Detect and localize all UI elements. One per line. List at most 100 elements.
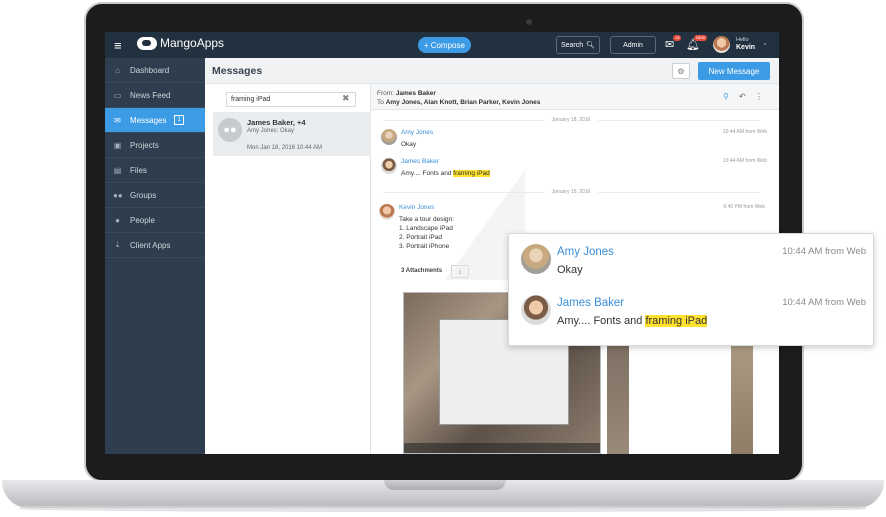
group-icon: ●● xyxy=(113,190,123,200)
inbox-icon: ▭ xyxy=(113,90,122,100)
date-separator-label: January 18, 2016 xyxy=(543,117,599,123)
search-button[interactable]: Search 🔍︎ xyxy=(556,36,600,54)
from-name[interactable]: James Baker xyxy=(396,90,436,97)
date-separator: January 18, 2016 xyxy=(371,117,771,123)
hamburger-menu-icon[interactable]: ≡ xyxy=(114,38,122,53)
conversation-preview: Amy Jones: Okay xyxy=(247,128,295,134)
attachments-label: 3 Attachments xyxy=(401,268,443,274)
reply-icon[interactable]: ↶ xyxy=(739,92,746,101)
admin-button[interactable]: Admin xyxy=(610,36,656,54)
sidebar-item-label: Files xyxy=(130,165,147,175)
sidebar-item-label: Projects xyxy=(130,140,159,150)
message-time: 10:44 AM from Web xyxy=(722,129,767,135)
search-highlight: framing iPad xyxy=(645,315,708,327)
from-line: From: James Baker xyxy=(377,90,436,97)
date-separator: January 15, 2016 xyxy=(371,189,771,195)
chat-badge: 13 xyxy=(673,35,682,41)
sidebar-item-client-apps[interactable]: ⤓ Client Apps xyxy=(105,233,205,258)
top-bar: ≡ MangoApps + Compose Search 🔍︎ Admin ✉ 1… xyxy=(105,32,779,58)
messages-count-badge: 1 xyxy=(174,115,184,125)
bell-icon[interactable]: 🔔︎ NEW xyxy=(686,35,708,52)
search-label: Search xyxy=(560,41,584,49)
avatar xyxy=(521,244,551,274)
file-icon: ▤ xyxy=(113,165,122,175)
message-time: 10:44 AM from Web xyxy=(722,158,767,164)
sidebar-item-label: Messages xyxy=(130,115,167,125)
download-icon: ⤓ xyxy=(115,240,120,249)
laptop-notch xyxy=(384,480,506,490)
new-message-button[interactable]: New Message xyxy=(698,62,770,80)
from-label: From: xyxy=(377,90,394,97)
clear-search-icon[interactable]: ✖ xyxy=(342,93,350,104)
conversation-item[interactable]: ●● James Baker, +4 Amy Jones: Okay Mon J… xyxy=(213,112,371,156)
sidebar-item-label: Client Apps xyxy=(130,240,171,250)
thread-header: From: James Baker To Amy Jones, Alan Kno… xyxy=(371,84,779,110)
app-logo[interactable]: MangoApps xyxy=(137,36,224,50)
sender-name[interactable]: Amy Jones xyxy=(401,129,433,136)
notification-badge: NEW xyxy=(694,35,708,41)
avatar[interactable] xyxy=(379,204,395,220)
admin-label: Admin xyxy=(623,41,643,49)
mango-logo-icon xyxy=(137,36,157,50)
message-text: Okay xyxy=(401,141,417,148)
conversation-list: framing iPad ✖ ●● James Baker, +4 Amy Jo… xyxy=(205,84,371,454)
sender-name: Amy Jones xyxy=(557,246,614,258)
message-text-part: Amy.... Fonts and xyxy=(557,315,646,327)
to-label: To xyxy=(377,99,384,106)
message-text: Okay xyxy=(557,264,583,276)
settings-button[interactable]: ⚙ xyxy=(672,63,690,79)
conversation-name: James Baker, +4 xyxy=(247,118,306,127)
to-line: To Amy Jones, Alan Knott, Brian Parker, … xyxy=(377,99,540,106)
message-time: 10:44 AM from Web xyxy=(782,297,866,308)
hello-label: Hello xyxy=(736,37,749,43)
user-greeting[interactable]: Hello Kevin xyxy=(736,37,755,52)
group-avatar-icon: ●● xyxy=(218,118,242,142)
message-time: 6:45 PM from Web xyxy=(723,204,765,210)
search-icon: 🔍︎ xyxy=(586,42,596,49)
sidebar-item-news-feed[interactable]: ▭ News Feed xyxy=(105,83,205,108)
compose-label: Compose xyxy=(430,40,465,50)
attachment-caption-bar xyxy=(404,443,600,453)
sidebar-item-messages[interactable]: ✉ Messages 1 xyxy=(105,108,210,133)
more-options-icon[interactable]: ⋮ xyxy=(755,92,763,101)
message-time: 10:44 AM from Web xyxy=(782,246,866,257)
add-people-icon[interactable]: ⚲ xyxy=(723,92,729,101)
person-icon: ● xyxy=(115,215,120,225)
sidebar-item-label: Groups xyxy=(130,190,157,200)
avatar xyxy=(521,295,551,325)
compose-button[interactable]: + Compose xyxy=(418,37,471,53)
message-text: Amy.... Fonts and framing iPad xyxy=(557,315,708,327)
sidebar-item-groups[interactable]: ●● Groups xyxy=(105,183,205,208)
main-header: Messages ⚙ New Message xyxy=(205,58,779,84)
sidebar: ⌂ Dashboard ▭ News Feed ✉ Messages 1 ▣ Projec… xyxy=(105,58,210,454)
sidebar-item-dashboard[interactable]: ⌂ Dashboard xyxy=(105,58,205,83)
camera xyxy=(526,19,532,25)
avatar[interactable] xyxy=(381,129,397,145)
envelope-icon: ✉ xyxy=(114,115,121,125)
laptop-shadow xyxy=(20,506,866,512)
to-names[interactable]: Amy Jones, Alan Knott, Brian Parker, Kev… xyxy=(386,99,541,106)
sidebar-item-files[interactable]: ▤ Files xyxy=(105,158,205,183)
sender-name[interactable]: Kevin Jones xyxy=(399,204,434,211)
sidebar-item-label: People xyxy=(130,215,155,225)
sidebar-item-label: News Feed xyxy=(130,90,171,100)
conversation-date: Mon Jan 18, 2016 10:44 AM xyxy=(247,145,323,151)
sidebar-item-people[interactable]: ● People xyxy=(105,208,205,233)
chevron-down-icon[interactable]: ⌄ xyxy=(762,39,768,47)
sender-name[interactable]: James Baker xyxy=(401,158,439,165)
user-name: Kevin xyxy=(736,44,756,51)
sidebar-item-label: Dashboard xyxy=(130,65,170,75)
user-avatar[interactable] xyxy=(713,36,730,53)
page-title: Messages xyxy=(212,65,263,77)
message-search-input[interactable]: framing iPad xyxy=(226,92,356,107)
avatar[interactable] xyxy=(381,158,397,174)
sidebar-item-projects[interactable]: ▣ Projects xyxy=(105,133,205,158)
sender-name: James Baker xyxy=(557,297,625,309)
app-name: MangoApps xyxy=(160,36,225,50)
zoom-callout: Amy Jones 10:44 AM from Web Okay James B… xyxy=(508,233,874,346)
chat-icon[interactable]: ✉ 13 xyxy=(665,35,682,52)
home-icon: ⌂ xyxy=(115,65,120,75)
date-separator-label: January 15, 2016 xyxy=(543,189,599,195)
laptop-base xyxy=(2,480,884,508)
gear-icon: ⚙ xyxy=(677,66,685,76)
